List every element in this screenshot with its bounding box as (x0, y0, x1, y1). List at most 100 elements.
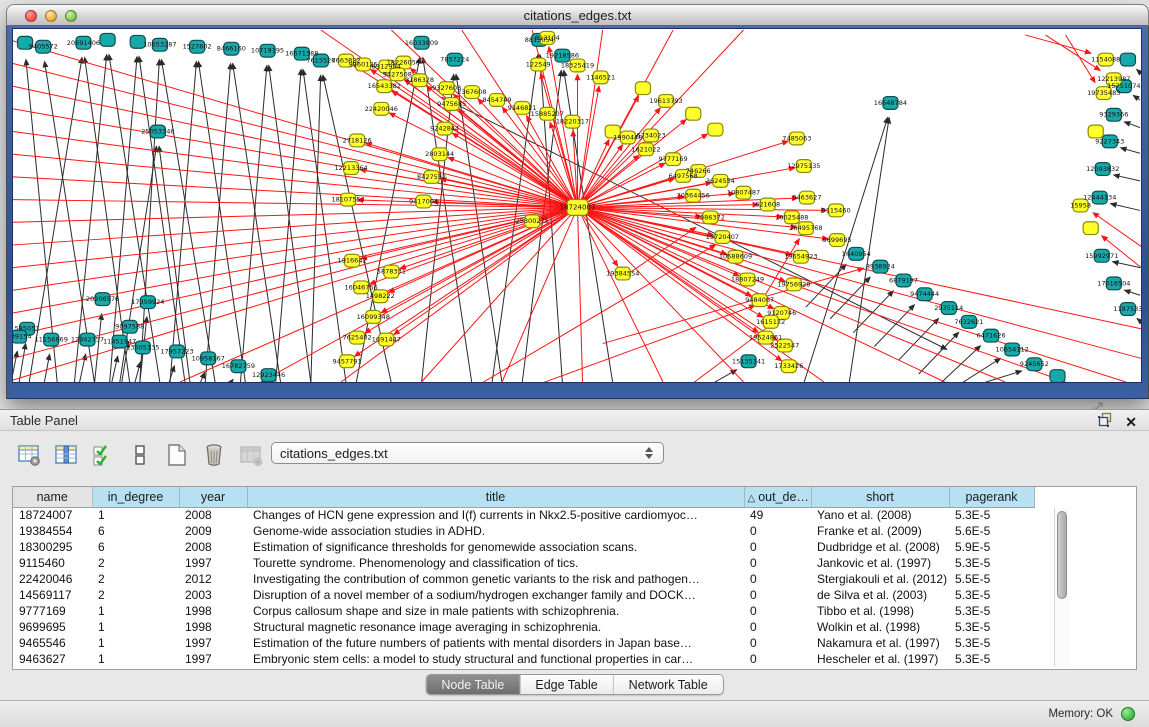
cell-title[interactable]: Estimation of the future numbers of pati… (247, 635, 744, 651)
graph-node[interactable] (1088, 125, 1103, 138)
cell-short[interactable]: Hescheler et al. (1997) (811, 651, 949, 667)
graph-node[interactable] (708, 123, 723, 136)
cell-out_degree[interactable]: 0 (744, 571, 811, 587)
cell-in_degree[interactable]: 2 (92, 571, 179, 587)
close-window-button[interactable] (25, 10, 37, 22)
cell-short[interactable]: Stergiakouli et al. (2012) (811, 571, 949, 587)
cell-out_degree[interactable]: 0 (744, 555, 811, 571)
cell-short[interactable]: Tibbo et al. (1998) (811, 603, 949, 619)
cell-year[interactable]: 1998 (179, 619, 247, 635)
graph-node[interactable] (100, 33, 115, 46)
cell-out_degree[interactable]: 0 (744, 603, 811, 619)
cell-short[interactable]: de Silva et al. (2003) (811, 587, 949, 603)
cell-name[interactable]: 14569117 (13, 587, 92, 603)
table-row[interactable]: 1938455462009Genome-wide association stu… (13, 523, 1034, 539)
column-header-in-degree[interactable]: in_degree (92, 487, 179, 507)
resize-grip-icon[interactable] (1092, 399, 1104, 409)
cell-in_degree[interactable]: 6 (92, 523, 179, 539)
cell-title[interactable]: Disruption of a novel member of a sodium… (247, 587, 744, 603)
cell-short[interactable]: Dudbridge et al. (2008) (811, 539, 949, 555)
float-panel-icon[interactable] (1098, 412, 1113, 432)
table-vertical-scrollbar[interactable] (1054, 508, 1069, 667)
cell-title[interactable]: Genome-wide association studies in ADHD. (247, 523, 744, 539)
cell-in_degree[interactable]: 1 (92, 635, 179, 651)
cell-title[interactable]: Changes of HCN gene expression and I(f) … (247, 507, 744, 523)
table-row[interactable]: 946362711997Embryonic stem cells: a mode… (13, 651, 1034, 667)
column-header-out-degree[interactable]: △out_de… (744, 487, 811, 507)
tab-network-table[interactable]: Network Table (613, 675, 723, 694)
toggle-row-height-button[interactable] (127, 442, 153, 468)
cell-short[interactable]: Yano et al. (2008) (811, 507, 949, 523)
row-selection-mode-button[interactable] (90, 442, 116, 468)
zoom-window-button[interactable] (65, 10, 77, 22)
graph-node[interactable] (1050, 370, 1065, 382)
citation-network-graph[interactable]: 9405572206914061065328715276028466160107… (13, 29, 1141, 382)
cell-name[interactable]: 19384554 (13, 523, 92, 539)
cell-name[interactable]: 22420046 (13, 571, 92, 587)
cell-in_degree[interactable]: 2 (92, 587, 179, 603)
minimize-window-button[interactable] (45, 10, 57, 22)
cell-short[interactable]: Wolkin et al. (1998) (811, 619, 949, 635)
cell-pagerank[interactable]: 5.3E-5 (949, 619, 1034, 635)
cell-name[interactable]: 18724007 (13, 507, 92, 523)
cell-in_degree[interactable]: 1 (92, 507, 179, 523)
column-header-name[interactable]: name (13, 487, 92, 507)
cell-title[interactable]: Structural magnetic resonance image aver… (247, 619, 744, 635)
cell-out_degree[interactable]: 0 (744, 651, 811, 667)
cell-year[interactable]: 2008 (179, 507, 247, 523)
table-row[interactable]: 946554611997Estimation of the future num… (13, 635, 1034, 651)
column-header-title[interactable]: title (247, 487, 744, 507)
cell-out_degree[interactable]: 0 (744, 635, 811, 651)
cell-short[interactable]: Nakamura et al. (1997) (811, 635, 949, 651)
cell-out_degree[interactable]: 0 (744, 619, 811, 635)
table-options-button[interactable] (16, 442, 42, 468)
cell-in_degree[interactable]: 1 (92, 619, 179, 635)
table-row[interactable]: 977716911998Corpus callosum shape and si… (13, 603, 1034, 619)
cell-name[interactable]: 18300295 (13, 539, 92, 555)
cell-short[interactable]: Franke et al. (2009) (811, 523, 949, 539)
graph-node[interactable] (1083, 222, 1098, 235)
table-row[interactable]: 911546021997Tourette syndrome. Phenomeno… (13, 555, 1034, 571)
cell-title[interactable]: Estimation of significance thresholds fo… (247, 539, 744, 555)
cell-title[interactable]: Investigating the contribution of common… (247, 571, 744, 587)
table-row[interactable]: 1456911722003Disruption of a novel membe… (13, 587, 1034, 603)
cell-in_degree[interactable]: 1 (92, 603, 179, 619)
cell-pagerank[interactable]: 5.3E-5 (949, 587, 1034, 603)
table-row[interactable]: 1872400712008Changes of HCN gene express… (13, 507, 1034, 523)
cell-out_degree[interactable]: 49 (744, 507, 811, 523)
column-header-short[interactable]: short (811, 487, 949, 507)
cell-pagerank[interactable]: 5.3E-5 (949, 507, 1034, 523)
close-panel-icon[interactable]: ✕ (1125, 414, 1137, 430)
cell-year[interactable]: 1997 (179, 635, 247, 651)
cell-year[interactable]: 1997 (179, 651, 247, 667)
cell-year[interactable]: 1998 (179, 603, 247, 619)
cell-name[interactable]: 9777169 (13, 603, 92, 619)
tab-edge-table[interactable]: Edge Table (519, 675, 612, 694)
scrollbar-thumb[interactable] (1057, 511, 1067, 599)
cell-name[interactable]: 9463627 (13, 651, 92, 667)
graph-node[interactable] (1120, 53, 1135, 66)
column-header-year[interactable]: year (179, 487, 247, 507)
cell-pagerank[interactable]: 5.6E-5 (949, 523, 1034, 539)
cell-in_degree[interactable]: 1 (92, 651, 179, 667)
cell-short[interactable]: Jankovic et al. (1997) (811, 555, 949, 571)
cell-in_degree[interactable]: 6 (92, 539, 179, 555)
cell-name[interactable]: 9115460 (13, 555, 92, 571)
create-table-button[interactable] (164, 442, 190, 468)
cell-title[interactable]: Corpus callosum shape and size in male p… (247, 603, 744, 619)
cell-pagerank[interactable]: 5.5E-5 (949, 571, 1034, 587)
table-row[interactable]: 2242004622012Investigating the contribut… (13, 571, 1034, 587)
cell-out_degree[interactable]: 0 (744, 523, 811, 539)
cell-pagerank[interactable]: 5.3E-5 (949, 635, 1034, 651)
cell-name[interactable]: 9465546 (13, 635, 92, 651)
cell-in_degree[interactable]: 2 (92, 555, 179, 571)
cell-pagerank[interactable]: 5.3E-5 (949, 603, 1034, 619)
table-selector-dropdown[interactable]: citations_edges.txt (271, 442, 664, 464)
cell-year[interactable]: 2009 (179, 523, 247, 539)
column-header-pagerank[interactable]: pagerank (949, 487, 1034, 507)
cell-name[interactable]: 9699695 (13, 619, 92, 635)
table-row[interactable]: 969969511998Structural magnetic resonanc… (13, 619, 1034, 635)
delete-table-button[interactable] (201, 442, 227, 468)
cell-out_degree[interactable]: 0 (744, 587, 811, 603)
network-canvas[interactable]: 9405572206914061065328715276028466160107… (12, 28, 1142, 383)
